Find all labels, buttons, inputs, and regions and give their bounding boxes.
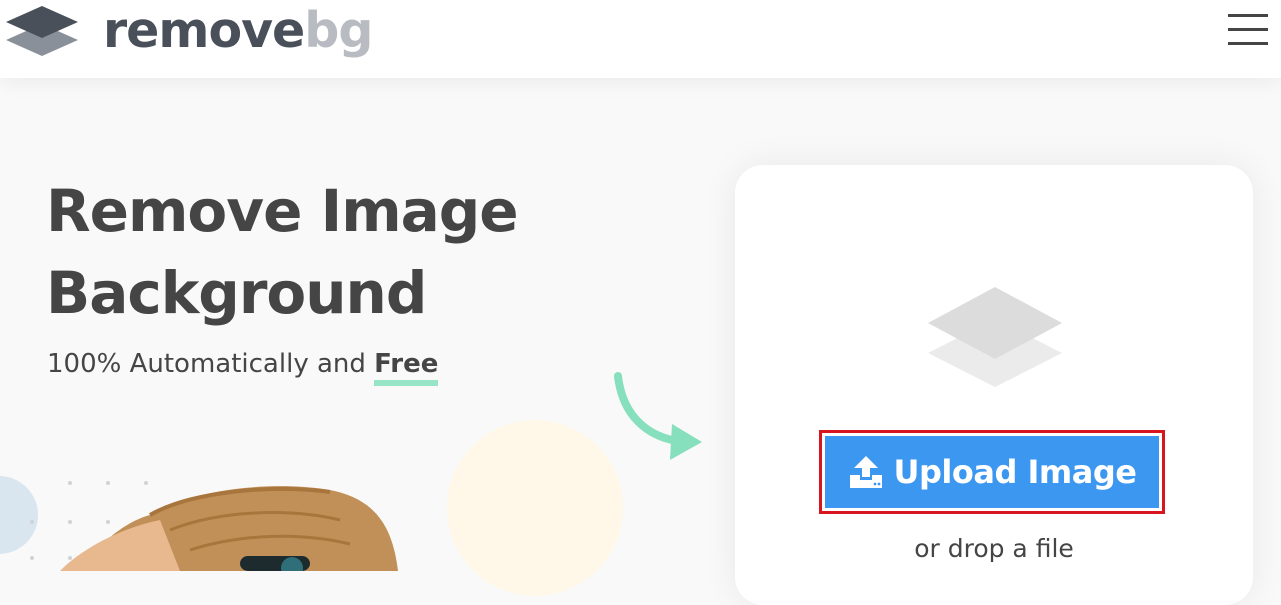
dot (30, 556, 34, 560)
decorative-cream-circle (447, 420, 623, 596)
logo-wordmark[interactable]: removebg (103, 1, 373, 61)
decorative-blue-circle (0, 476, 38, 554)
subtitle-prefix: 100% Automatically and (47, 349, 375, 379)
dot (30, 520, 34, 524)
sample-photo-woman-straw-hat (40, 470, 400, 579)
upload-button-fill[interactable]: Upload Image (825, 436, 1159, 508)
curved-arrow-icon (610, 372, 704, 469)
menu-bar (1228, 14, 1268, 17)
site-header: removebg (0, 0, 1281, 78)
subtitle-free: Free (374, 348, 439, 386)
menu-bar (1228, 42, 1268, 45)
subtitle: 100% Automatically and Free (47, 348, 439, 386)
upload-image-button[interactable]: Upload Image (819, 430, 1165, 514)
logo-word-bg: bg (304, 2, 373, 59)
removebg-logo-icon[interactable] (4, 4, 80, 65)
title-line-2: Background (46, 259, 427, 327)
page-title: Remove Image Background (46, 170, 519, 334)
menu-bar (1228, 28, 1268, 31)
upload-icon (849, 456, 882, 488)
logo-word-remove: remove (103, 2, 305, 59)
layers-icon (926, 285, 1064, 394)
upload-card[interactable]: Upload Image or drop a file (735, 165, 1253, 605)
upload-button-label: Upload Image (893, 453, 1137, 491)
drop-file-text: or drop a file (914, 534, 1074, 563)
title-line-1: Remove Image (46, 177, 519, 245)
hamburger-menu-icon[interactable] (1226, 12, 1270, 48)
